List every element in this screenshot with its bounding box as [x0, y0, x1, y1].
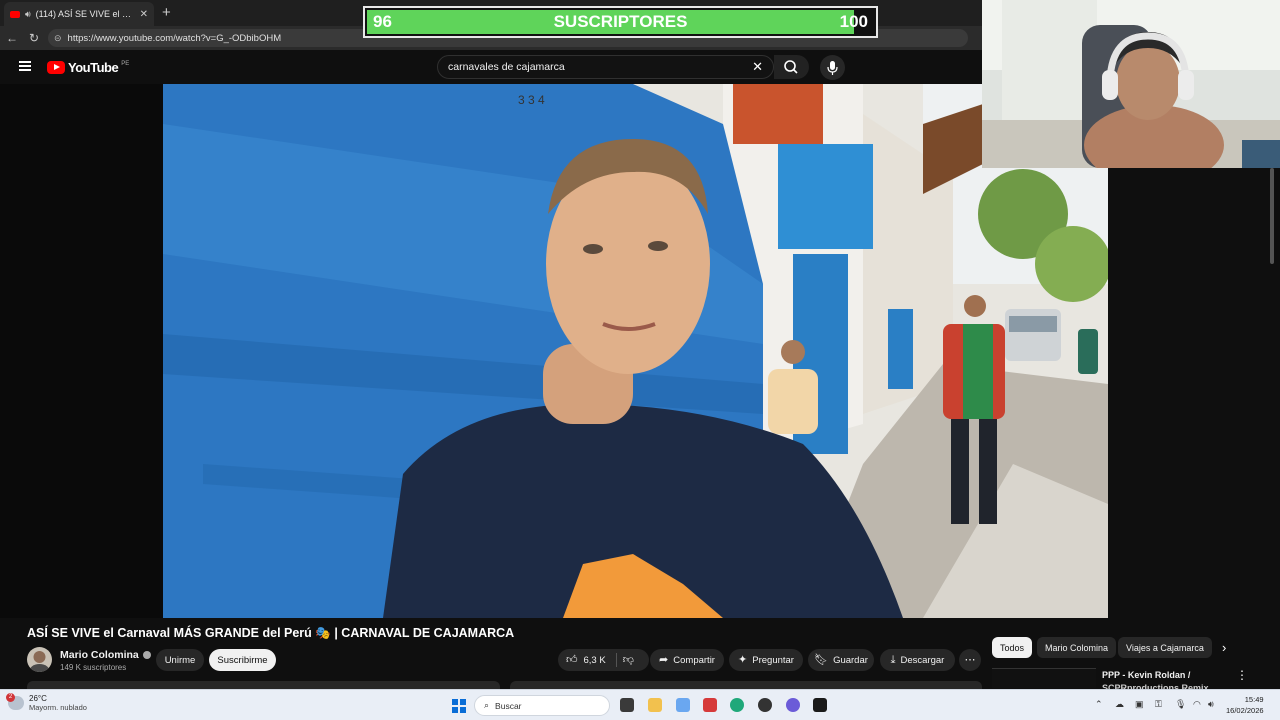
- recommendation-title[interactable]: PPP - Kevin Roldan /: [1102, 670, 1190, 680]
- chevron-right-icon[interactable]: ›: [1222, 640, 1226, 655]
- channel-name: Mario Colomina: [60, 649, 139, 661]
- video-title: ASÍ SE VIVE el Carnaval MÁS GRANDE del P…: [27, 626, 515, 640]
- tray-cloud-icon[interactable]: ☁: [1115, 699, 1124, 710]
- weather-badge: 2: [6, 693, 15, 702]
- microphone-icon: [827, 61, 838, 75]
- webcam-overlay: [982, 0, 1280, 168]
- like-icon[interactable]: 👍︎: [566, 654, 578, 666]
- chip-channel[interactable]: Mario Colomina: [1037, 637, 1117, 658]
- tray-app-icon[interactable]: ▣: [1135, 699, 1144, 710]
- taskbar-search-label: Buscar: [495, 700, 522, 711]
- chip-all[interactable]: Todos: [992, 637, 1033, 658]
- site-info-icon[interactable]: ⊝: [54, 33, 62, 44]
- clock[interactable]: 15:49 16/02/2026: [1226, 694, 1264, 716]
- download-button[interactable]: ⤓ Descargar: [880, 649, 955, 671]
- webcam-image: [982, 0, 1280, 168]
- goal-label: SUSCRIPTORES: [553, 12, 688, 31]
- search-input[interactable]: carnavales de cajamarca ✕: [437, 55, 774, 79]
- verified-icon: [142, 651, 151, 659]
- bookmark-icon: 🔖︎: [814, 653, 829, 666]
- search-icon: [784, 60, 798, 74]
- share-icon: ➦: [659, 653, 669, 666]
- youtube-header: YouTube PE carnavales de cajamarca ✕: [0, 50, 982, 84]
- video-frame[interactable]: 3 3 4: [163, 84, 1108, 618]
- ask-label: Preguntar: [752, 654, 794, 666]
- like-count[interactable]: 6,3 K: [584, 655, 606, 666]
- file-explorer-icon[interactable]: [648, 698, 662, 712]
- channel-avatar-image: [29, 651, 50, 672]
- clock-time: 15:49: [1244, 695, 1264, 704]
- like-dislike-group: 👍︎ 6,3 K 👎︎: [558, 649, 649, 671]
- chip-travel[interactable]: Viajes a Cajamarca: [1118, 637, 1212, 658]
- weather-widget[interactable]: 2 26°C Mayorm. nublado: [6, 693, 87, 712]
- cloud-icon: 2: [6, 693, 24, 710]
- subscriber-goal-overlay: 96 SUSCRIPTORES 100: [363, 6, 878, 38]
- close-tab-icon[interactable]: ✕: [140, 9, 148, 20]
- task-view-icon[interactable]: [620, 698, 634, 712]
- download-label: Descargar: [900, 654, 945, 666]
- voice-search-button[interactable]: [820, 55, 845, 80]
- windows-start-icon[interactable]: [452, 699, 466, 713]
- like-divider: [615, 653, 617, 667]
- channel-subscriber-count: 149 K suscriptores: [60, 663, 127, 672]
- video-frame-image: 3 3 4: [163, 84, 1108, 618]
- browser-tab[interactable]: 🔊︎ (114) ASÍ SE VIVE el Carnaval ✕: [4, 2, 154, 26]
- wifi-icon[interactable]: ◠: [1193, 699, 1201, 710]
- tray-lock-icon[interactable]: ⚿: [1155, 699, 1162, 710]
- tray-mic-icon[interactable]: 🎙︎: [1175, 699, 1186, 710]
- new-tab-icon[interactable]: +: [162, 4, 171, 21]
- obs-icon[interactable]: [758, 698, 772, 712]
- url-text: https://www.youtube.com/watch?v=G_-ODbib…: [67, 32, 282, 44]
- taskbar: 2 26°C Mayorm. nublado ⌕ Buscar ⌃ ☁ ▣ ⚿ …: [0, 689, 1280, 720]
- more-horizontal-icon: ⋯: [964, 653, 976, 666]
- channel-avatar[interactable]: [27, 647, 52, 672]
- search-query: carnavales de cajamarca: [448, 61, 565, 73]
- right-dark-panel: [1108, 168, 1280, 688]
- back-icon[interactable]: ←: [2, 31, 22, 45]
- youtube-play-icon: [47, 61, 65, 74]
- dislike-icon[interactable]: 👎︎: [623, 654, 634, 666]
- save-label: Guardar: [833, 654, 868, 666]
- share-button[interactable]: ➦ Compartir: [650, 649, 724, 671]
- clock-date: 16/02/2026: [1226, 706, 1264, 715]
- volume-icon[interactable]: 🔊︎: [1208, 699, 1214, 710]
- youtube-wordmark: YouTube: [68, 60, 119, 75]
- channel-name-row[interactable]: Mario Colomina: [60, 649, 151, 661]
- edge-icon[interactable]: [730, 698, 744, 712]
- search-icon: ⌕: [484, 700, 490, 710]
- description-box-edge[interactable]: [27, 681, 500, 689]
- taskbar-search[interactable]: ⌕ Buscar: [474, 695, 610, 716]
- weather-description: Mayorm. nublado: [29, 703, 87, 712]
- youtube-logo[interactable]: YouTube PE: [47, 60, 129, 75]
- copilot-icon[interactable]: [676, 698, 690, 712]
- recommendation-thumbnail[interactable]: [992, 668, 1096, 688]
- sidebar-scrollbar[interactable]: [1270, 168, 1274, 264]
- goal-target: 100: [839, 12, 868, 31]
- weather-temperature: 26°C: [29, 694, 47, 703]
- tray-overflow-icon[interactable]: ⌃: [1095, 699, 1103, 710]
- office-icon[interactable]: [703, 698, 717, 712]
- tab-title: (114) ASÍ SE VIVE el Carnaval: [35, 9, 135, 19]
- more-vertical-icon[interactable]: ⋮: [1236, 668, 1248, 682]
- sparkle-icon: ✦: [738, 653, 748, 666]
- search-button[interactable]: [774, 55, 809, 79]
- discord-icon[interactable]: [786, 698, 800, 712]
- capcut-icon[interactable]: [813, 698, 827, 712]
- player-letterbox: [0, 84, 163, 618]
- speaker-icon[interactable]: 🔊︎: [25, 9, 31, 20]
- share-label: Compartir: [673, 654, 715, 666]
- comment-box-edge[interactable]: [510, 681, 982, 689]
- youtube-favicon-icon: [10, 10, 20, 18]
- reload-icon[interactable]: ↻: [24, 31, 44, 45]
- more-actions-button[interactable]: ⋯: [959, 649, 981, 671]
- menu-icon[interactable]: [19, 61, 31, 71]
- region-code: PE: [121, 60, 130, 67]
- save-button[interactable]: 🔖︎ Guardar: [808, 649, 874, 671]
- ask-button[interactable]: ✦ Preguntar: [729, 649, 803, 671]
- subscribe-button[interactable]: Suscribirme: [209, 649, 276, 671]
- join-button[interactable]: Unirme: [156, 649, 204, 671]
- clear-search-icon[interactable]: ✕: [752, 59, 763, 75]
- download-icon: ⤓: [890, 653, 896, 666]
- svg-text:3 3 4: 3 3 4: [518, 93, 545, 107]
